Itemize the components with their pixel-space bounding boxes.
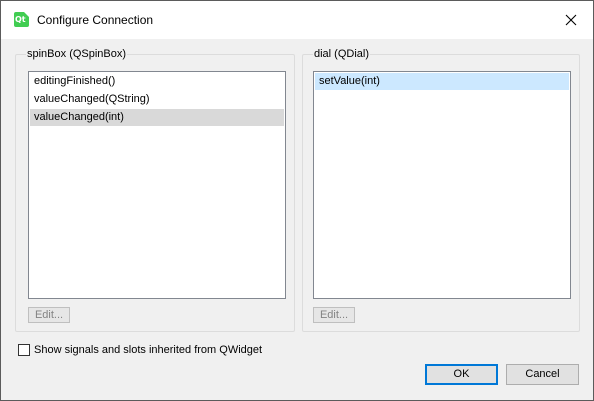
signals-list[interactable]: editingFinished() valueChanged(QString) …: [28, 71, 286, 299]
signal-item-editing-finished[interactable]: editingFinished(): [30, 73, 284, 90]
close-button[interactable]: [548, 1, 593, 39]
show-inherited-row[interactable]: Show signals and slots inherited from QW…: [18, 343, 262, 357]
signal-item-value-changed-int[interactable]: valueChanged(int): [30, 109, 284, 126]
signals-group: spinBox (QSpinBox) editingFinished() val…: [15, 48, 295, 332]
signal-item-value-changed-qstring[interactable]: valueChanged(QString): [30, 91, 284, 108]
slot-item-set-value-int[interactable]: setValue(int): [315, 73, 569, 90]
close-icon: [565, 14, 576, 26]
title-bar[interactable]: Qt Configure Connection: [1, 1, 593, 39]
cancel-button[interactable]: Cancel: [506, 364, 579, 385]
qt-icon: Qt: [14, 12, 29, 27]
configure-connection-dialog: Qt Configure Connection spinBox (QSpinBo…: [0, 0, 594, 401]
show-inherited-checkbox[interactable]: [18, 344, 30, 356]
slots-list[interactable]: setValue(int): [313, 71, 571, 299]
slots-group: dial (QDial) setValue(int) Edit...: [302, 48, 580, 332]
show-inherited-label[interactable]: Show signals and slots inherited from QW…: [34, 344, 262, 357]
ok-button[interactable]: OK: [425, 364, 498, 385]
window-title: Configure Connection: [37, 13, 154, 27]
slots-group-title: dial (QDial): [313, 48, 371, 61]
slots-edit-button[interactable]: Edit...: [313, 307, 355, 323]
signals-group-title: spinBox (QSpinBox): [26, 48, 128, 61]
signals-edit-button[interactable]: Edit...: [28, 307, 70, 323]
